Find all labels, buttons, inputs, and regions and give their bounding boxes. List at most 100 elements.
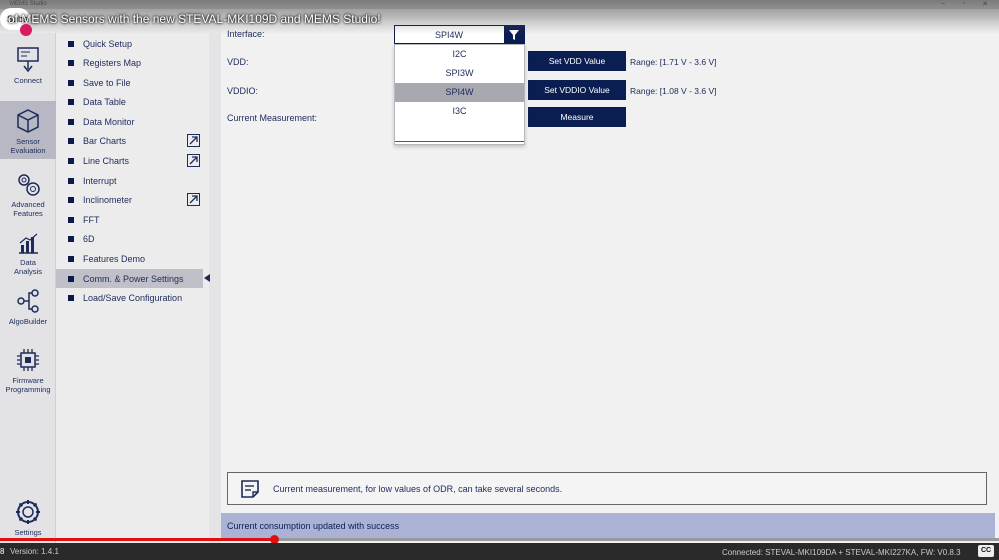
- bullet-icon: [68, 197, 74, 203]
- status-bar: Current consumption updated with success: [221, 513, 995, 539]
- menu-item-registers-map[interactable]: Registers Map: [56, 53, 203, 72]
- maximize-button[interactable]: ▫: [957, 0, 971, 7]
- interface-option-i2c[interactable]: I2C: [395, 45, 524, 64]
- cube-icon: [17, 109, 39, 133]
- menu-item-label: 6D: [83, 234, 95, 244]
- menu-item-6d[interactable]: 6D: [56, 229, 203, 248]
- rail-label-algobuilder: AlgoBuilder: [8, 317, 48, 326]
- close-button[interactable]: ✕: [978, 0, 992, 8]
- rail-item-sensor-evaluation[interactable]: Sensor Evaluation: [0, 101, 56, 159]
- app-title: MEMS Studio: [10, 1, 47, 7]
- settings-icon: [16, 500, 40, 524]
- nav-rail: Connect Sensor Evaluation Advanced Featu…: [0, 33, 56, 543]
- menu-item-label: Inclinometer: [83, 195, 133, 205]
- rail-item-connect[interactable]: Connect: [0, 47, 56, 95]
- vdd-label: VDD:: [227, 57, 249, 67]
- set-vdd-button[interactable]: Set VDD Value: [528, 51, 626, 71]
- menu-item-label: Features Demo: [83, 254, 146, 264]
- open-external-icon[interactable]: [187, 134, 200, 147]
- menu-divider: [209, 33, 221, 543]
- menu-item-bar-charts[interactable]: Bar Charts: [56, 131, 203, 150]
- menu-item-label: FFT: [83, 215, 100, 225]
- set-vddio-button[interactable]: Set VDDIO Value: [528, 80, 626, 100]
- interface-option-spi3w[interactable]: SPI3W: [395, 64, 524, 83]
- bullet-icon: [68, 178, 74, 184]
- status-message: Current consumption updated with success: [227, 521, 400, 531]
- menu-item-inclinometer[interactable]: Inclinometer: [56, 190, 203, 209]
- captions-icon[interactable]: CC: [978, 545, 994, 557]
- note-icon: [241, 480, 259, 498]
- video-title[interactable]: of MEMS Sensors with the new STEVAL-MKI1…: [8, 12, 381, 26]
- menu-item-label: Data Table: [83, 97, 126, 107]
- minimize-button[interactable]: –: [936, 0, 950, 7]
- menu-item-load-save-configuration[interactable]: Load/Save Configuration: [56, 288, 203, 307]
- bullet-icon: [68, 41, 74, 47]
- menu-item-label: Quick Setup: [83, 39, 133, 49]
- collapse-menu-arrow-icon[interactable]: [204, 274, 210, 282]
- menu-item-fft[interactable]: FFT: [56, 210, 203, 229]
- menu-item-data-monitor[interactable]: Data Monitor: [56, 112, 203, 131]
- nodes-icon: [17, 289, 39, 313]
- rail-label-connect: Connect: [14, 76, 42, 85]
- interface-option-i3c[interactable]: I3C: [395, 102, 524, 121]
- rail-item-algobuilder[interactable]: AlgoBuilder: [0, 288, 56, 330]
- menu-item-save-to-file[interactable]: Save to File: [56, 73, 203, 92]
- bullet-icon: [68, 217, 74, 223]
- video-progress-fill: [0, 538, 274, 541]
- rail-label-settings: Settings: [14, 528, 42, 537]
- open-external-icon[interactable]: [187, 193, 200, 206]
- interface-options-list: I2C SPI3W SPI4W I3C: [394, 44, 525, 145]
- menu-item-line-charts[interactable]: Line Charts: [56, 151, 203, 170]
- gears-icon: [18, 174, 40, 196]
- chip-icon: [17, 349, 39, 371]
- interface-dropdown-button[interactable]: [504, 26, 524, 43]
- bullet-icon: [68, 256, 74, 262]
- menu-item-data-table[interactable]: Data Table: [56, 92, 203, 111]
- rail-item-advanced-features[interactable]: Advanced Features: [0, 171, 56, 219]
- bullet-icon: [68, 80, 74, 86]
- interface-label: Interface:: [227, 29, 265, 39]
- vddio-range: Range: [1.08 V - 3.6 V]: [630, 86, 717, 96]
- rail-label-sensor-evaluation: Sensor Evaluation: [10, 137, 46, 155]
- list-scroll-edge: [395, 141, 524, 142]
- menu-item-features-demo[interactable]: Features Demo: [56, 249, 203, 268]
- rail-item-data-analysis[interactable]: Data Analysis: [0, 231, 56, 279]
- version-text: Version: 1.4.1: [10, 547, 59, 556]
- bullet-icon: [68, 99, 74, 105]
- vdd-range: Range: [1.71 V - 3.6 V]: [630, 57, 717, 67]
- menu-item-label: Bar Charts: [83, 136, 127, 146]
- bullet-icon: [68, 138, 74, 144]
- menu-item-comm-power-settings[interactable]: Comm. & Power Settings: [56, 269, 203, 288]
- open-external-icon[interactable]: [187, 154, 200, 167]
- interface-select[interactable]: SPI4W: [394, 25, 525, 44]
- measure-button[interactable]: Measure: [528, 107, 626, 127]
- video-progress-track[interactable]: [0, 535, 999, 544]
- bullet-icon: [68, 158, 74, 164]
- comm-power-settings-panel: Interface: SPI4W VDD: Set VDD Value Rang…: [221, 20, 999, 543]
- connect-icon: [17, 47, 39, 73]
- menu-item-label: Interrupt: [83, 176, 117, 186]
- connection-status: Connected: STEVAL-MKI109DA + STEVAL-MKI2…: [722, 548, 961, 557]
- vddio-label: VDDIO:: [227, 86, 259, 96]
- bullet-icon: [68, 119, 74, 125]
- current-measurement-label: Current Measurement:: [227, 113, 318, 123]
- menu-item-label: Line Charts: [83, 156, 130, 166]
- rail-label-firmware-programming: Firmware Programming: [5, 376, 51, 394]
- rail-item-firmware-programming[interactable]: Firmware Programming: [0, 347, 56, 395]
- filter-funnel-icon: [509, 30, 519, 40]
- interface-option-spi4w[interactable]: SPI4W: [395, 83, 524, 102]
- menu-item-quick-setup[interactable]: Quick Setup: [56, 34, 203, 53]
- menu-item-interrupt[interactable]: Interrupt: [56, 171, 203, 190]
- menu-item-label: Load/Save Configuration: [83, 293, 183, 303]
- info-message: Current measurement, for low values of O…: [273, 484, 563, 494]
- video-time-fragment: 8: [0, 547, 5, 556]
- rail-item-settings[interactable]: Settings: [0, 499, 56, 539]
- bullet-icon: [68, 236, 74, 242]
- menu-item-label: Comm. & Power Settings: [83, 274, 184, 284]
- info-note: Current measurement, for low values of O…: [227, 472, 987, 505]
- menu-item-label: Registers Map: [83, 58, 142, 68]
- interface-selected-value: SPI4W: [434, 30, 463, 40]
- menu-item-label: Data Monitor: [83, 117, 135, 127]
- bullet-icon: [68, 60, 74, 66]
- menu-item-label: Save to File: [83, 78, 131, 88]
